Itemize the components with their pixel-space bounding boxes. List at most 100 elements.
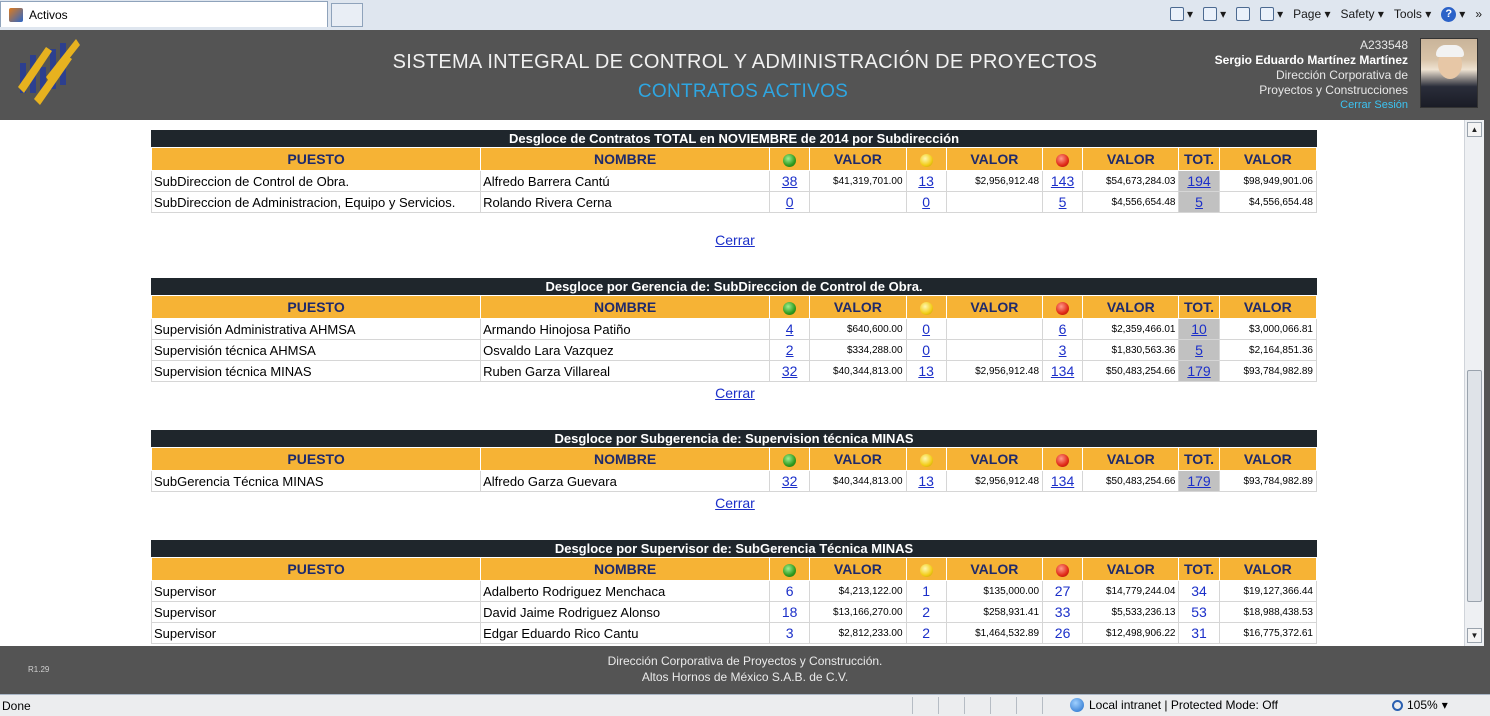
yellow-count-link[interactable]: 2	[922, 604, 930, 620]
close-link[interactable]: Cerrar	[700, 232, 770, 248]
yellow-count-link[interactable]: 2	[922, 625, 930, 641]
status-cell	[938, 697, 963, 714]
cell-total-value: $3,000,066.81	[1218, 318, 1318, 340]
cell-nombre: David Jaime Rodriguez Alonso	[480, 601, 771, 623]
scroll-down-arrow-icon[interactable]: ▼	[1467, 628, 1482, 643]
column-header-valor: VALOR	[809, 557, 907, 581]
green-count-link[interactable]: 32	[782, 473, 798, 489]
mail-button[interactable]	[1236, 7, 1251, 21]
column-header-status	[1042, 557, 1084, 581]
red-count-link[interactable]: 3	[1059, 342, 1067, 358]
red-count-link[interactable]: 27	[1055, 583, 1071, 599]
cell-count: 5	[1042, 191, 1084, 213]
cell-count: 1	[905, 580, 947, 602]
column-header-valor: VALOR	[809, 147, 907, 171]
total-count-link[interactable]: 179	[1187, 363, 1210, 379]
security-zone[interactable]: Local intranet | Protected Mode: Off	[1070, 698, 1278, 712]
zoom-control[interactable]: 105% ▾	[1392, 698, 1448, 712]
cell-red-value: $1,830,563.36	[1082, 339, 1180, 361]
avatar-hair	[1436, 45, 1464, 57]
contracts-table: PUESTO NOMBRE VALOR VALOR VALOR TOT. VALOR Supe…	[150, 557, 1318, 644]
green-status-icon	[783, 453, 797, 467]
column-header-status	[905, 147, 947, 171]
green-count-link[interactable]: 4	[786, 321, 794, 337]
red-count-link[interactable]: 134	[1051, 473, 1074, 489]
cell-count: 6	[769, 580, 811, 602]
rss-feed-icon	[1203, 7, 1218, 21]
column-header-valor: VALOR	[945, 447, 1044, 471]
cell-nombre: Armando Hinojosa Patiño	[480, 318, 771, 340]
cell-count: 34	[1178, 580, 1220, 602]
total-count-link[interactable]: 194	[1187, 173, 1210, 189]
logout-link[interactable]: Cerrar Sesión	[1215, 98, 1408, 113]
help-menu[interactable]: ? ▾	[1441, 6, 1465, 22]
new-tab-button[interactable]	[331, 3, 363, 27]
column-header-status	[1042, 147, 1084, 171]
tools-menu[interactable]: Tools ▾	[1394, 7, 1431, 21]
green-count-link[interactable]: 18	[782, 604, 798, 620]
cell-total-value: $4,556,654.48	[1218, 191, 1318, 213]
section-title: Desgloce por Supervisor de: SubGerencia …	[151, 540, 1317, 557]
cell-green-value: $334,288.00	[809, 339, 907, 361]
cell-count: 2	[905, 622, 947, 644]
table-row: SubDireccion de Administracion, Equipo y…	[150, 191, 1318, 213]
yellow-count-link[interactable]: 1	[922, 583, 930, 599]
status-text: Done	[2, 699, 31, 713]
cell-count: 179	[1178, 470, 1220, 492]
close-link[interactable]: Cerrar	[700, 495, 770, 511]
scrollbar-thumb[interactable]	[1467, 370, 1482, 602]
green-count-link[interactable]: 32	[782, 363, 798, 379]
column-header-valor: VALOR	[945, 147, 1044, 171]
yellow-status-icon	[919, 453, 933, 467]
red-count-link[interactable]: 5	[1059, 194, 1067, 210]
print-button[interactable]: ▾	[1260, 7, 1283, 21]
table-row: SubGerencia Técnica MINAS Alfredo Garza G…	[150, 470, 1318, 492]
green-count-link[interactable]: 38	[782, 173, 798, 189]
footer-line1: Dirección Corporativa de Proyectos y Con…	[607, 654, 883, 668]
yellow-count-link[interactable]: 0	[922, 194, 930, 210]
green-count-link[interactable]: 0	[786, 194, 794, 210]
cell-count: 32	[769, 360, 811, 382]
feeds-button[interactable]: ▾	[1203, 7, 1226, 21]
total-count-link[interactable]: 53	[1191, 604, 1207, 620]
page-menu[interactable]: Page ▾	[1293, 7, 1330, 21]
green-count-link[interactable]: 6	[786, 583, 794, 599]
column-header-valor: VALOR	[1082, 447, 1180, 471]
total-count-link[interactable]: 5	[1195, 342, 1203, 358]
home-button[interactable]: ▾	[1170, 7, 1193, 21]
vertical-scrollbar[interactable]: ▲ ▼	[1464, 120, 1484, 646]
red-count-link[interactable]: 26	[1055, 625, 1071, 641]
status-cell	[1042, 697, 1067, 714]
browser-tab-bar: Activos ▾ ▾ ▾ Page ▾ Safety ▾ Tools ▾ ? ▾…	[0, 0, 1490, 31]
app-footer: R1.29 Dirección Corporativa de Proyectos…	[0, 646, 1490, 694]
yellow-count-link[interactable]: 13	[918, 473, 934, 489]
yellow-count-link[interactable]: 0	[922, 321, 930, 337]
red-count-link[interactable]: 33	[1055, 604, 1071, 620]
yellow-count-link[interactable]: 13	[918, 363, 934, 379]
safety-menu[interactable]: Safety ▾	[1341, 7, 1384, 21]
green-count-link[interactable]: 2	[786, 342, 794, 358]
column-header-puesto: PUESTO	[150, 447, 482, 471]
red-count-link[interactable]: 143	[1051, 173, 1074, 189]
status-cell	[912, 697, 937, 714]
scroll-up-arrow-icon[interactable]: ▲	[1467, 122, 1482, 137]
column-header-valor: VALOR	[1218, 295, 1318, 319]
cell-puesto: SubGerencia Técnica MINAS	[150, 470, 482, 492]
red-count-link[interactable]: 134	[1051, 363, 1074, 379]
more-commands-chevron[interactable]: »	[1475, 7, 1482, 21]
column-header-status	[1042, 447, 1084, 471]
total-count-link[interactable]: 179	[1187, 473, 1210, 489]
mail-icon	[1236, 7, 1251, 21]
total-count-link[interactable]: 34	[1191, 583, 1207, 599]
total-count-link[interactable]: 31	[1191, 625, 1207, 641]
close-link[interactable]: Cerrar	[700, 385, 770, 401]
total-count-link[interactable]: 10	[1191, 321, 1207, 337]
browser-tab[interactable]: Activos	[0, 1, 328, 27]
yellow-count-link[interactable]: 0	[922, 342, 930, 358]
green-count-link[interactable]: 3	[786, 625, 794, 641]
red-count-link[interactable]: 6	[1059, 321, 1067, 337]
green-status-icon	[783, 563, 797, 577]
total-count-link[interactable]: 5	[1195, 194, 1203, 210]
yellow-count-link[interactable]: 13	[918, 173, 934, 189]
cell-count: 143	[1042, 170, 1084, 192]
